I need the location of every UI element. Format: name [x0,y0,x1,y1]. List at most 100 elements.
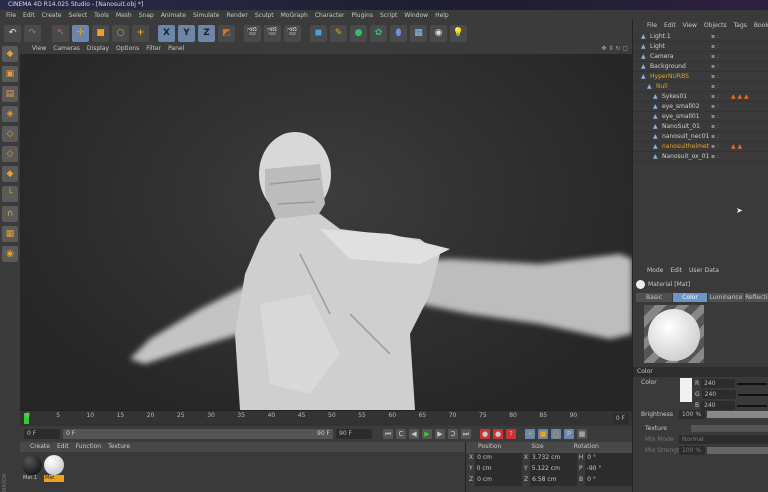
visibility-dots[interactable]: ▪ : [711,112,719,122]
b-slider[interactable] [737,405,768,407]
z-axis-icon[interactable]: Z [198,24,215,42]
coordinate-field[interactable]: -90 ° [584,464,632,475]
viewport-menu-cameras[interactable]: Cameras [53,44,80,54]
attr-menu-mode[interactable]: Mode [647,265,663,277]
material-menu-edit[interactable]: Edit [57,442,69,452]
viewport-menu-view[interactable]: View [32,44,46,54]
menu-create[interactable]: Create [42,10,62,22]
coordinate-field[interactable]: 0 ° [585,453,633,464]
y-axis-icon[interactable]: Y [178,24,195,42]
visibility-dots[interactable]: ▪ : [711,102,719,112]
b-field[interactable]: 240 [701,401,736,410]
texture-slot[interactable] [691,425,768,432]
viewport-nav-icons[interactable]: ✥ ⇕ ↻ ▢ [602,44,628,54]
key-parameter-icon[interactable]: P [564,429,574,439]
texture-mode-icon[interactable]: ▤ [2,86,18,102]
workplane-icon[interactable]: ◈ [2,106,18,122]
menu-simulate[interactable]: Simulate [193,10,220,22]
next-frame-icon[interactable]: ▶ [435,429,445,439]
visibility-dots[interactable]: ▪ : [711,72,719,82]
brightness-field[interactable]: 100 % [679,410,705,419]
go-to-start-icon[interactable]: ⏮ [383,429,393,439]
tab-basic[interactable]: Basic [636,293,672,302]
material-menu-texture[interactable]: Texture [108,442,130,452]
object-row[interactable]: ▲ HyperNURBS ▪ : [633,72,768,82]
menu-help[interactable]: Help [435,10,449,22]
brightness-slider[interactable] [707,411,768,418]
menu-edit[interactable]: Edit [23,10,35,22]
next-key-icon[interactable]: Ↄ [448,429,458,439]
menu-sculpt[interactable]: Sculpt [255,10,274,22]
object-row[interactable]: ▲ nanosuithelmet ▪ : ▲ ▲ [633,142,768,152]
menu-tools[interactable]: Tools [94,10,109,22]
mix-mode-select[interactable]: Normal [679,435,768,444]
material-menu-function[interactable]: Function [76,442,102,452]
tab-luminance[interactable]: Luminance [708,293,744,302]
render-view-icon[interactable]: 🎬 [244,24,261,42]
keyframe-selection-icon[interactable]: ? [506,429,516,439]
object-menu-tags[interactable]: Tags [734,20,747,32]
menu-file[interactable]: File [6,10,16,22]
play-icon[interactable]: ▶ [422,429,432,439]
tab-reflection[interactable]: Reflection [745,293,768,302]
planar-workplane-icon[interactable]: ◉ [2,246,18,262]
coordinate-field[interactable]: 5.122 cm [529,464,578,475]
viewport-menu-panel[interactable]: Panel [168,44,184,54]
end-frame-field[interactable]: 90 F [336,429,372,439]
visibility-dots[interactable]: ▪ : [711,82,719,92]
start-frame-field[interactable]: 0 F [24,429,60,439]
move-icon[interactable]: ✛ [72,24,89,42]
previous-key-icon[interactable]: C [396,429,406,439]
coordinate-field[interactable]: 0 cm [475,475,522,486]
range-slider[interactable]: 0 F 90 F [63,429,333,439]
menu-animate[interactable]: Animate [161,10,186,22]
last-tool-icon[interactable]: + [132,24,149,42]
mix-strength-field[interactable]: 100 % [679,446,705,455]
menu-select[interactable]: Select [69,10,88,22]
menu-character[interactable]: Character [315,10,345,22]
render-picture-viewer-icon[interactable]: 🎬 [264,24,281,42]
visibility-dots[interactable]: ▪ : [711,42,719,52]
coordinate-system-icon[interactable]: ◩ [218,24,235,42]
warning-tag-icon[interactable]: ▲ ▲ [731,142,742,152]
object-menu-objects[interactable]: Objects [704,20,727,32]
object-row[interactable]: ▲ Light.1 ▪ : [633,32,768,42]
3d-viewport[interactable] [20,54,632,410]
object-row[interactable]: ▲ Light ▪ : [633,42,768,52]
visibility-dots[interactable]: ▪ : [711,132,719,142]
light-icon[interactable]: 💡 [450,24,467,42]
menu-mograph[interactable]: MoGraph [281,10,308,22]
visibility-dots[interactable]: ▪ : [711,92,719,102]
r-slider[interactable] [737,383,768,385]
current-frame-field[interactable]: 0 F [612,414,628,424]
coordinate-field[interactable]: 0 cm [474,464,523,475]
visibility-dots[interactable]: ▪ : [711,122,719,132]
model-mode-icon[interactable]: ▣ [2,66,18,82]
menu-window[interactable]: Window [404,10,428,22]
floor-icon[interactable]: ▦ [410,24,427,42]
key-pla-icon[interactable]: ▦ [577,429,587,439]
attr-menu-edit[interactable]: Edit [670,265,682,277]
go-to-end-icon[interactable]: ⏭ [461,429,471,439]
menu-render[interactable]: Render [226,10,247,22]
menu-mesh[interactable]: Mesh [116,10,132,22]
key-rotation-icon[interactable]: ○ [551,429,561,439]
warning-tag-icon[interactable]: ▲ ▲ ▲ [731,92,749,102]
locked-workplane-icon[interactable]: ▦ [2,226,18,242]
camera-icon[interactable]: ◉ [430,24,447,42]
array-icon[interactable]: ✿ [370,24,387,42]
make-editable-icon[interactable]: ◆ [2,46,18,62]
x-axis-icon[interactable]: X [158,24,175,42]
object-row[interactable]: ▲ Nanosuit_ox_01 ▪ : [633,152,768,162]
object-row[interactable]: ▲ NanoSuit_01 ▪ : [633,122,768,132]
object-row[interactable]: ▲ Null ▪ : [633,82,768,92]
scale-icon[interactable]: ■ [92,24,109,42]
viewport-menu-display[interactable]: Display [87,44,109,54]
timeline-ruler[interactable]: 0 5 10 15 20 25 30 35 40 45 50 55 60 65 70 75 80 85 90 0 F [20,410,632,426]
g-field[interactable]: 240 [701,390,736,399]
visibility-dots[interactable]: ▪ : [711,142,719,152]
g-slider[interactable] [737,394,768,396]
material-mat1[interactable]: Mat.1 [22,455,42,482]
undo-icon[interactable]: ↶ [4,24,21,42]
deformer-icon[interactable]: ⬮ [390,24,407,42]
